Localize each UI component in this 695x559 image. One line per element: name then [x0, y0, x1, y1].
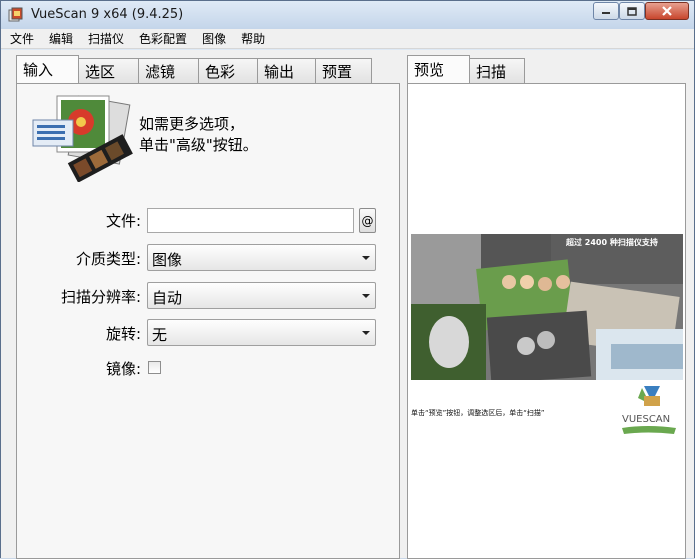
minimize-button[interactable] — [593, 2, 619, 20]
scan-resolution-value: 自动 — [152, 289, 183, 307]
scanner-support-overlay: 超过 2400 种扫描仪支持 — [566, 238, 658, 247]
media-type-label: 介质类型: — [75, 250, 141, 268]
advanced-hint: 如需更多选项， 单击"高级"按钮。 — [139, 114, 258, 156]
mirror-label: 镜像: — [105, 360, 141, 378]
chevron-down-icon — [361, 287, 371, 305]
preview-collage-image: 超过 2400 种扫描仪支持 — [411, 234, 683, 380]
tab-filter[interactable]: 滤镜 — [138, 58, 199, 83]
hint-line-1: 如需更多选项， — [139, 115, 245, 133]
scan-resolution-label: 扫描分辨率: — [60, 288, 141, 306]
close-button[interactable] — [645, 2, 689, 20]
menu-file[interactable]: 文件 — [9, 30, 35, 47]
preview-banner: 单击“预览”按钮，调整选区后，单击“扫描” VUESCAN — [411, 380, 683, 442]
mirror-checkbox[interactable] — [148, 361, 161, 374]
logo-text: VUESCAN — [622, 414, 670, 425]
right-tab-strip: 预览 扫描 — [407, 55, 525, 83]
close-icon — [662, 6, 672, 16]
rotate-select[interactable]: 无 — [147, 319, 376, 346]
hint-line-2: 单击"高级"按钮。 — [139, 136, 258, 154]
file-options-button[interactable]: @ — [359, 208, 376, 233]
chevron-down-icon — [361, 249, 371, 267]
menu-scanner[interactable]: 扫描仪 — [87, 30, 125, 47]
preview-instructions: 单击“预览”按钮，调整选区后，单击“扫描” — [411, 409, 545, 417]
vuescan-logo-icon: VUESCAN — [622, 386, 676, 434]
app-window: VueScan 9 x64 (9.4.25) 文件 编辑 扫描仪 色彩配置 图像… — [0, 0, 695, 559]
window-title: VueScan 9 x64 (9.4.25) — [31, 7, 184, 22]
menu-color-profile[interactable]: 色彩配置 — [138, 30, 188, 47]
tab-preview[interactable]: 预览 — [407, 55, 470, 83]
menu-edit[interactable]: 编辑 — [48, 30, 74, 47]
rotate-value: 无 — [152, 326, 168, 344]
tab-input[interactable]: 输入 — [16, 55, 79, 83]
input-settings-panel: 如需更多选项， 单击"高级"按钮。 文件: @ 介质类型: 图像 扫描分辨率: … — [16, 83, 400, 559]
maximize-button[interactable] — [619, 2, 645, 20]
tab-crop[interactable]: 选区 — [78, 58, 139, 83]
title-bar[interactable]: VueScan 9 x64 (9.4.25) — [1, 1, 694, 29]
menu-bar: 文件 编辑 扫描仪 色彩配置 图像 帮助 — [1, 29, 694, 49]
minimize-icon — [602, 12, 610, 14]
rotate-label: 旋转: — [105, 325, 141, 343]
file-label: 文件: — [105, 212, 141, 230]
chevron-down-icon — [361, 324, 371, 342]
vuescan-app-icon[interactable] — [8, 7, 24, 23]
tab-scan[interactable]: 扫描 — [469, 58, 525, 83]
maximize-icon — [627, 6, 637, 16]
media-type-select[interactable]: 图像 — [147, 244, 376, 271]
preview-panel: 超过 2400 种扫描仪支持 单击“预览”按钮，调整选区后，单击“扫描” VUE… — [407, 83, 686, 559]
left-tab-strip: 输入 选区 滤镜 色彩 输出 预置 — [16, 55, 372, 83]
client-area: 输入 选区 滤镜 色彩 输出 预置 如需更多选项， 单击"高级"按钮。 文件: … — [1, 50, 694, 559]
tab-output[interactable]: 输出 — [257, 58, 316, 83]
media-type-value: 图像 — [152, 251, 183, 269]
tab-color[interactable]: 色彩 — [198, 58, 258, 83]
collage-photo — [411, 234, 683, 380]
scan-resolution-select[interactable]: 自动 — [147, 282, 376, 309]
menu-image[interactable]: 图像 — [201, 30, 227, 47]
file-input[interactable] — [147, 208, 354, 233]
photo-film-illustration — [32, 95, 133, 182]
menu-help[interactable]: 帮助 — [240, 30, 266, 47]
tab-prefs[interactable]: 预置 — [315, 58, 372, 83]
